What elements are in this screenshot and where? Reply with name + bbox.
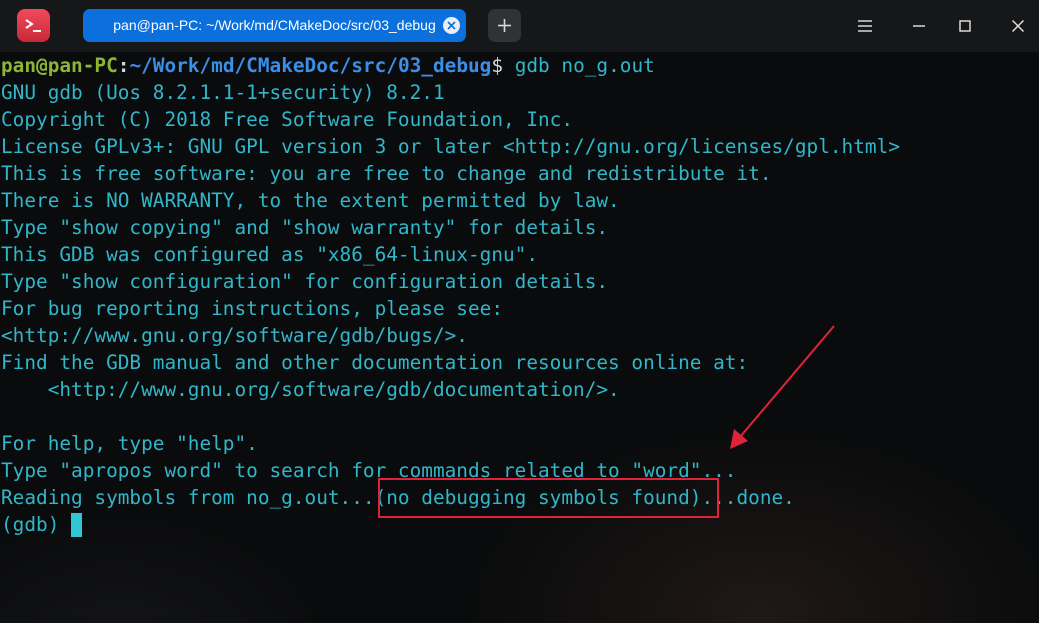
annotation-arrow-icon	[730, 325, 835, 449]
terminal-window: pan@pan-PC: ~/Work/md/CMakeDoc/src/03_de…	[0, 0, 1039, 623]
